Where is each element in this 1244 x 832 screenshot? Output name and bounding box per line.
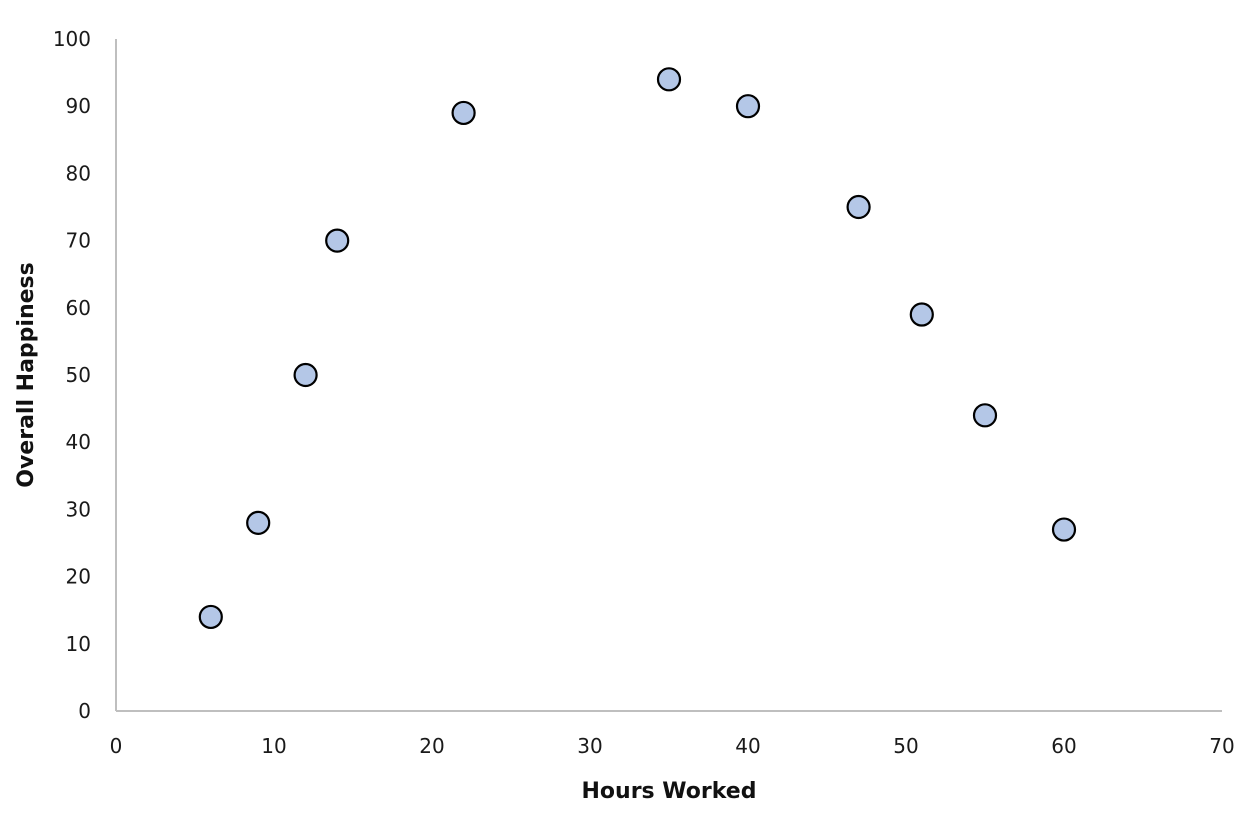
data-point <box>656 67 682 92</box>
x-tick-label: 50 <box>893 734 918 758</box>
y-tick-label: 0 <box>78 699 91 723</box>
x-tick-label: 0 <box>110 734 123 758</box>
data-point <box>451 100 476 126</box>
x-tick-label: 40 <box>735 734 760 758</box>
y-tick-label: 60 <box>66 296 91 320</box>
data-point <box>246 510 271 535</box>
data-points <box>198 67 1077 630</box>
y-tick-label: 50 <box>66 363 91 387</box>
y-tick-label: 30 <box>66 497 91 521</box>
data-point <box>846 194 871 220</box>
x-tick-label: 70 <box>1209 734 1234 758</box>
y-tick-label: 40 <box>66 430 91 454</box>
data-point <box>325 228 350 253</box>
scatter-chart: 0 10 20 30 40 50 60 70 80 90 100 0 10 20 30 40 50 60 70 H… <box>14 27 1235 804</box>
x-axis-ticks: 0 10 20 30 40 50 60 70 <box>110 734 1235 758</box>
data-point <box>198 604 223 630</box>
data-point <box>972 403 998 428</box>
x-tick-label: 30 <box>577 734 602 758</box>
data-point <box>735 94 761 119</box>
y-tick-label: 90 <box>66 94 91 118</box>
y-axis-ticks: 0 10 20 30 40 50 60 70 80 90 100 <box>53 27 91 723</box>
x-tick-label: 20 <box>419 734 444 758</box>
data-point <box>1051 517 1077 542</box>
y-tick-label: 20 <box>66 565 91 589</box>
x-tick-label: 10 <box>261 734 286 758</box>
data-point <box>293 362 318 388</box>
y-tick-label: 100 <box>53 27 91 51</box>
data-point <box>909 302 934 327</box>
y-tick-label: 70 <box>66 229 91 253</box>
y-axis-title: Overall Happiness <box>14 262 39 487</box>
x-tick-label: 60 <box>1051 734 1076 758</box>
y-tick-label: 80 <box>66 161 91 185</box>
y-tick-label: 10 <box>66 632 91 656</box>
x-axis-title: Hours Worked <box>582 779 757 804</box>
